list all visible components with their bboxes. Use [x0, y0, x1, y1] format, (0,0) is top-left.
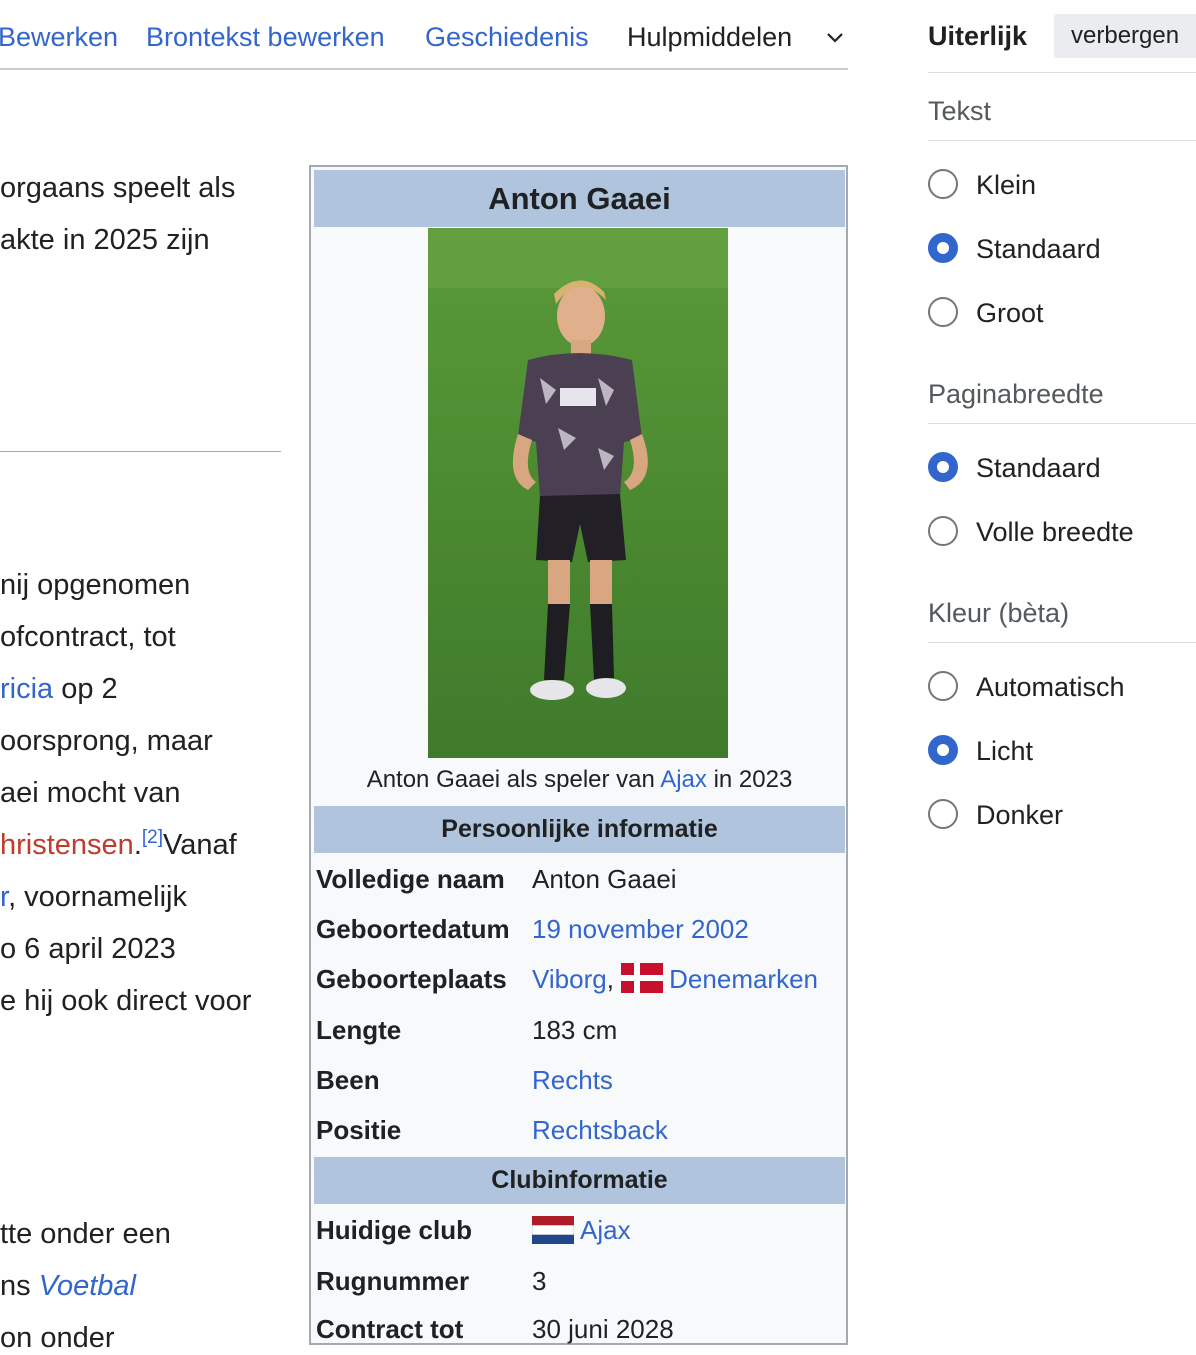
article-line: ricia op 2: [0, 673, 118, 705]
radio-label: Groot: [976, 298, 1044, 328]
article-line: akte in 2025 zijn: [0, 224, 210, 256]
radio-label: Standaard: [976, 453, 1101, 483]
text-size-heading: Tekst: [928, 96, 992, 126]
article-redlink[interactable]: hristensen: [0, 829, 134, 861]
radio-button[interactable]: [928, 297, 958, 327]
chevron-down-icon[interactable]: [822, 28, 848, 48]
radio-label: Donker: [976, 800, 1064, 830]
radio-label: Automatisch: [976, 672, 1125, 702]
article-line: aei mocht van: [0, 777, 181, 809]
radio-label: Volle breedte: [976, 517, 1134, 547]
hide-button[interactable]: verbergen: [1054, 14, 1196, 58]
label-height: Lengte: [316, 1015, 402, 1045]
denmark-flag-icon: [621, 963, 664, 993]
article-link[interactable]: ricia: [0, 673, 53, 705]
divider: [928, 423, 1196, 424]
netherlands-flag-icon: [532, 1216, 574, 1244]
article-link[interactable]: r: [0, 881, 8, 913]
page-width-heading: Paginabreedte: [928, 379, 1104, 409]
article-line: hristensen.[2]Vanaf: [0, 827, 237, 861]
article-line: oorsprong, maar: [0, 725, 213, 757]
article-line: ofcontract, tot: [0, 621, 176, 653]
value-full-name: Anton Gaaei: [532, 864, 677, 894]
radio-label: Standaard: [976, 234, 1101, 264]
radio-button[interactable]: [928, 516, 958, 546]
divider: [928, 72, 1196, 73]
section-divider: [0, 451, 281, 452]
value-contract: 30 juni 2028: [532, 1314, 674, 1344]
label-number: Rugnummer: [316, 1266, 470, 1296]
tab-history[interactable]: Geschiedenis: [425, 20, 589, 54]
radio-button-selected[interactable]: [928, 735, 958, 765]
tab-edit-source[interactable]: Brontekst bewerken: [146, 20, 385, 54]
article-link[interactable]: Voetbal: [39, 1270, 136, 1302]
value-number: 3: [532, 1266, 547, 1296]
radio-button-selected[interactable]: [928, 233, 958, 263]
label-current-club: Huidige club: [316, 1215, 472, 1245]
image-caption: Anton Gaaei als speler van Ajax in 2023: [366, 766, 793, 793]
article-line: o 6 april 2023: [0, 933, 176, 965]
article-line: orgaans speelt als: [0, 172, 236, 204]
infobox-title: Anton Gaaei: [314, 170, 845, 227]
value-height: 183 cm: [532, 1015, 618, 1045]
article-line: tte onder een: [0, 1218, 171, 1250]
label-foot: Been: [316, 1065, 380, 1095]
label-full-name: Volledige naam: [316, 864, 505, 894]
divider: [928, 642, 1196, 643]
tab-tools[interactable]: Hulpmiddelen: [627, 20, 792, 54]
link-denemarken[interactable]: Denemarken: [669, 964, 818, 994]
article-line: ns Voetbal: [0, 1270, 136, 1302]
radio-button[interactable]: [928, 671, 958, 701]
label-birth-date: Geboortedatum: [316, 914, 510, 944]
reference-link[interactable]: [2]: [142, 827, 163, 848]
radio-label: Licht: [976, 736, 1034, 766]
link-viborg[interactable]: Viborg: [532, 964, 607, 994]
infobox-section-club: Clubinformatie: [314, 1157, 845, 1204]
link-ajax[interactable]: Ajax: [580, 1215, 631, 1245]
page-tabs: Bewerken Brontekst bewerken Geschiedenis…: [0, 0, 848, 70]
label-contract: Contract tot: [316, 1314, 464, 1344]
divider: [928, 140, 1196, 141]
label-position: Positie: [316, 1115, 402, 1145]
infobox-section-personal: Persoonlijke informatie: [314, 806, 845, 853]
value-foot[interactable]: Rechts: [532, 1064, 613, 1096]
infobox: Anton Gaaei Anton Gaaei als speler van A…: [309, 165, 848, 1345]
radio-button[interactable]: [928, 799, 958, 829]
value-birth-place: Viborg, Denemarken: [532, 963, 819, 994]
radio-button-selected[interactable]: [928, 452, 958, 482]
radio-label: Klein: [976, 170, 1037, 200]
label-birth-place: Geboorteplaats: [316, 964, 507, 994]
appearance-title: Uiterlijk: [928, 21, 1028, 51]
player-photo[interactable]: [428, 228, 728, 758]
tab-edit[interactable]: Bewerken: [0, 20, 118, 54]
article-line: nij opgenomen: [0, 569, 191, 601]
color-heading: Kleur (bèta): [928, 598, 1070, 628]
article-line: r, voornamelijk: [0, 881, 187, 913]
value-position[interactable]: Rechtsback: [532, 1114, 668, 1146]
article-line: e hij ook direct voor: [0, 985, 252, 1017]
caption-link-ajax[interactable]: Ajax: [660, 766, 707, 793]
radio-button[interactable]: [928, 169, 958, 199]
value-birth-date[interactable]: 19 november 2002: [532, 913, 749, 945]
article-line: on onder: [0, 1322, 115, 1354]
value-current-club: Ajax: [532, 1214, 631, 1246]
